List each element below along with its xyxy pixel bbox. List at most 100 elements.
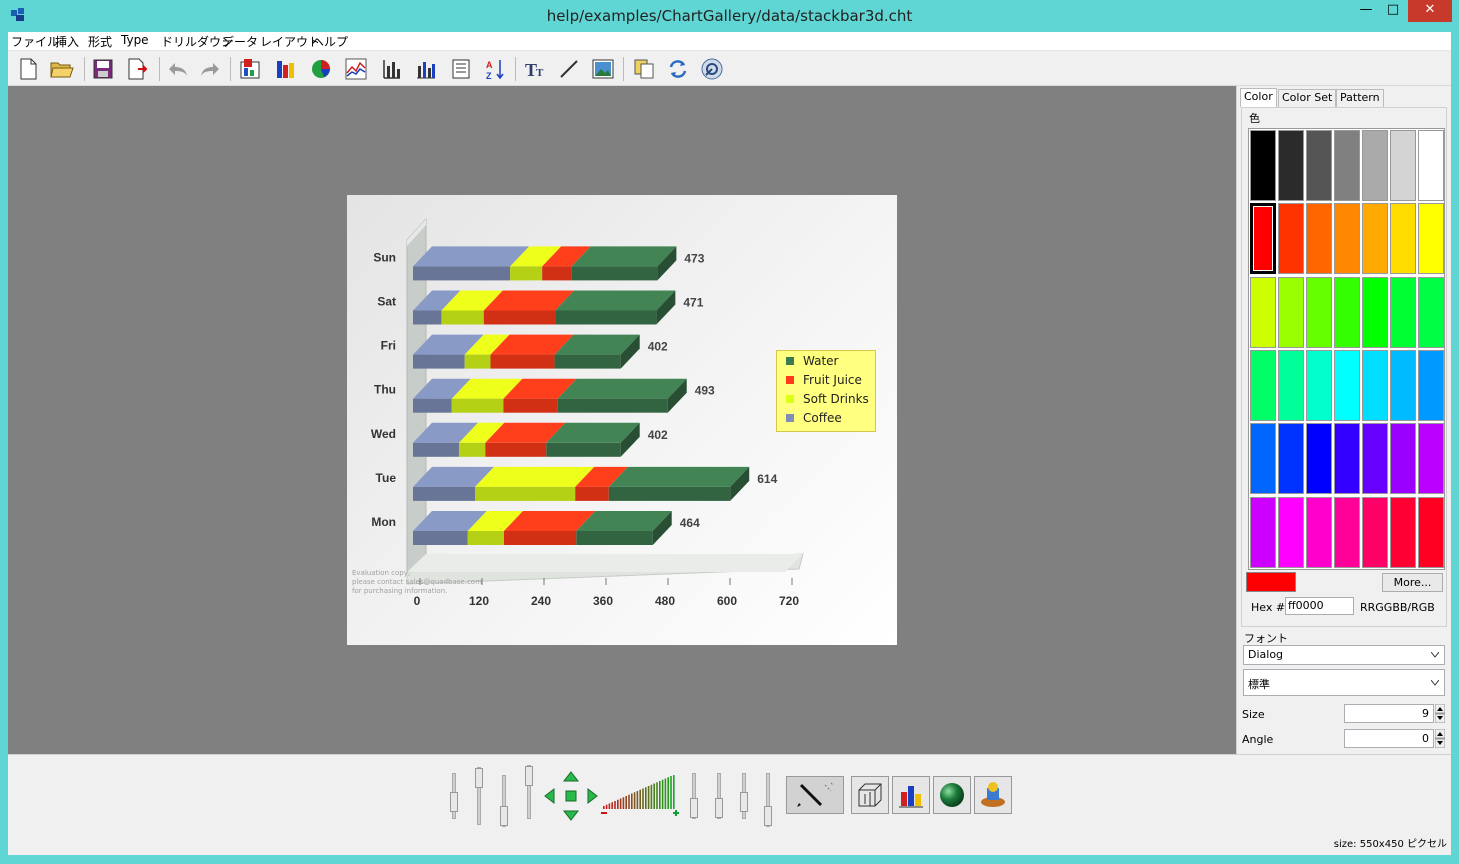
menu-layout[interactable]: レイアウト (260, 33, 320, 50)
tab-pattern[interactable]: Pattern (1336, 89, 1384, 107)
undo-icon[interactable] (165, 56, 191, 82)
shading-slider[interactable] (764, 773, 772, 827)
color-swatch[interactable] (1334, 276, 1360, 348)
rotation-slider[interactable] (450, 773, 458, 819)
color-swatch[interactable] (1362, 496, 1388, 568)
save-icon[interactable] (90, 56, 116, 82)
line-draw-icon[interactable] (556, 56, 582, 82)
slider-thumb[interactable] (475, 768, 483, 788)
color-swatch[interactable] (1278, 349, 1304, 421)
color-swatch[interactable] (1418, 423, 1444, 495)
move-arrows-icon[interactable] (544, 771, 598, 821)
draw-pointer-button[interactable] (786, 776, 844, 814)
refresh-icon[interactable] (665, 56, 691, 82)
chart-type-icon[interactable] (273, 56, 299, 82)
menu-insert[interactable]: 挿入 (55, 33, 79, 50)
angle-input[interactable]: 0 (1344, 729, 1434, 748)
minimize-button[interactable]: — (1353, 0, 1379, 22)
color-swatch[interactable] (1418, 276, 1444, 348)
color-swatch[interactable] (1362, 276, 1388, 348)
light-z-slider[interactable] (740, 773, 748, 819)
menu-file[interactable]: ファイル (11, 33, 59, 50)
color-swatch[interactable] (1390, 496, 1416, 568)
tab-color-set[interactable]: Color Set (1278, 89, 1337, 107)
color-swatch[interactable] (1362, 130, 1388, 201)
wireframe-button[interactable] (851, 776, 889, 814)
color-swatch[interactable] (1278, 496, 1304, 568)
color-swatch[interactable] (1278, 203, 1304, 275)
color-swatch[interactable] (1306, 423, 1332, 495)
text-icon[interactable]: TT (522, 56, 548, 82)
color-swatch[interactable] (1334, 203, 1360, 275)
pie-chart-icon[interactable] (308, 56, 334, 82)
color-swatch[interactable] (1250, 130, 1276, 201)
color-swatch[interactable] (1390, 276, 1416, 348)
chart-canvas[interactable]: Mon 464 Tue 614 Wed 402 Thu 493 Fri 402 Sat 471 Sun 4… (8, 86, 1236, 754)
color-swatch[interactable] (1334, 496, 1360, 568)
settings-icon[interactable] (699, 56, 725, 82)
color-swatch[interactable] (1334, 423, 1360, 495)
size-input[interactable]: 9 (1344, 704, 1434, 723)
color-swatch[interactable] (1334, 130, 1360, 201)
font-style-select[interactable]: 標準 (1243, 669, 1445, 696)
color-swatch[interactable] (1306, 496, 1332, 568)
angle-spinner-icon[interactable] (1435, 729, 1445, 748)
zoom-slider[interactable] (525, 765, 533, 819)
elevation-slider[interactable] (475, 767, 483, 825)
solid-3d-button[interactable] (892, 776, 930, 814)
chart-data-icon[interactable] (238, 56, 264, 82)
color-swatch[interactable] (1250, 496, 1276, 568)
color-swatch[interactable] (1362, 203, 1388, 275)
color-swatch[interactable] (1418, 130, 1444, 201)
color-swatch[interactable] (1390, 349, 1416, 421)
color-swatch[interactable] (1418, 203, 1444, 275)
light-intensity-icon[interactable] (599, 775, 683, 817)
color-swatch[interactable] (1250, 349, 1276, 421)
close-button[interactable]: ✕ (1408, 0, 1452, 22)
color-swatch[interactable] (1306, 130, 1332, 201)
menu-help[interactable]: ヘルプ (312, 33, 348, 50)
menu-format[interactable]: 形式 (88, 33, 112, 50)
color-swatch[interactable] (1390, 130, 1416, 201)
bar-chart-icon[interactable] (413, 56, 439, 82)
menu-type[interactable]: Type (121, 33, 149, 47)
more-colors-button[interactable]: More... (1382, 573, 1443, 592)
redo-icon[interactable] (197, 56, 223, 82)
sort-icon[interactable]: AZ (482, 56, 508, 82)
table-icon[interactable] (448, 56, 474, 82)
sphere-button[interactable] (933, 776, 971, 814)
chart-legend[interactable]: Water Fruit Juice Soft Drinks Coffee (776, 350, 876, 432)
color-swatch[interactable] (1278, 130, 1304, 201)
color-swatch[interactable] (1278, 423, 1304, 495)
color-swatch[interactable] (1418, 349, 1444, 421)
color-swatch[interactable] (1250, 203, 1276, 275)
slider-thumb[interactable] (450, 792, 458, 812)
color-swatch[interactable] (1390, 203, 1416, 275)
color-swatch[interactable] (1306, 349, 1332, 421)
tab-color[interactable]: Color (1240, 88, 1277, 107)
slider-thumb[interactable] (764, 806, 772, 826)
depth-slider[interactable] (500, 775, 508, 827)
slider-thumb[interactable] (740, 792, 748, 812)
slider-thumb[interactable] (715, 798, 723, 818)
color-swatch[interactable] (1418, 496, 1444, 568)
lighting-button[interactable] (974, 776, 1012, 814)
axis-icon[interactable] (378, 56, 404, 82)
color-swatch[interactable] (1278, 276, 1304, 348)
export-icon[interactable] (125, 56, 151, 82)
color-swatch[interactable] (1250, 423, 1276, 495)
color-swatch[interactable] (1306, 203, 1332, 275)
light-y-slider[interactable] (715, 773, 723, 819)
color-swatch[interactable] (1334, 349, 1360, 421)
chart-panel[interactable]: Mon 464 Tue 614 Wed 402 Thu 493 Fri 402 Sat 471 Sun 4… (347, 195, 897, 645)
menu-data[interactable]: データ (222, 33, 258, 50)
maximize-button[interactable]: □ (1380, 0, 1406, 22)
open-folder-icon[interactable] (49, 56, 75, 82)
color-swatch[interactable] (1306, 276, 1332, 348)
new-file-icon[interactable] (15, 56, 41, 82)
color-swatch[interactable] (1390, 423, 1416, 495)
image-icon[interactable] (590, 56, 616, 82)
light-x-slider[interactable] (690, 773, 698, 819)
size-spinner-icon[interactable] (1435, 704, 1445, 723)
slider-thumb[interactable] (500, 806, 508, 826)
